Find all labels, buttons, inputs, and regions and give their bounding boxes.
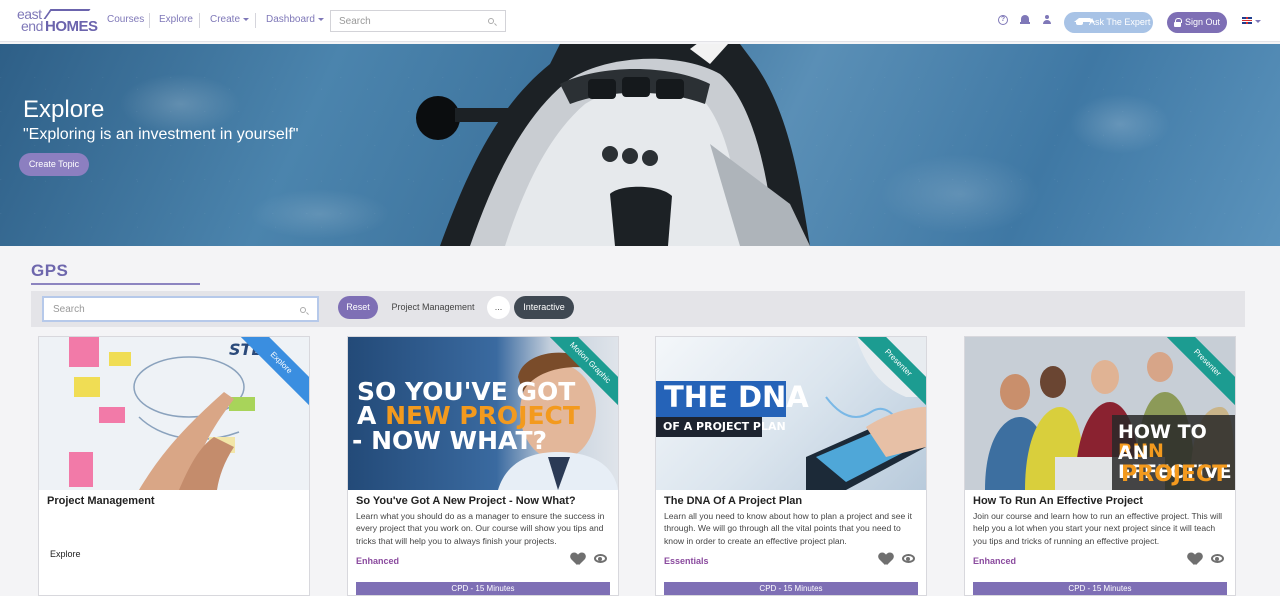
- top-navbar: east end HOMES Courses Explore Create Da…: [0, 0, 1280, 42]
- ask-the-expert-label: Ask The Expert: [1089, 17, 1151, 27]
- card-title[interactable]: So You've Got A New Project - Now What?: [356, 495, 614, 507]
- reset-filter-button[interactable]: Reset: [338, 296, 378, 319]
- search-icon[interactable]: [300, 307, 306, 313]
- card-level-tag: Enhanced: [356, 556, 400, 566]
- thumb-line-2: OF A PROJECT PLAN: [663, 420, 786, 433]
- search-icon[interactable]: [488, 18, 494, 24]
- cpd-duration-bar: CPD - 15 Minutes: [664, 582, 918, 595]
- card-thumbnail[interactable]: HOW TO RUN AN EFFECTIVE PROJECT Presente…: [965, 337, 1235, 490]
- cpd-duration-bar: CPD - 15 Minutes: [356, 582, 610, 595]
- heart-icon[interactable]: [1188, 553, 1202, 565]
- space-shuttle-image: [416, 44, 810, 246]
- section-title: GPS: [31, 261, 69, 280]
- card-level-tag: Essentials: [664, 556, 709, 566]
- chevron-down-icon: [317, 17, 324, 21]
- graduation-cap-icon: [1074, 18, 1095, 26]
- card-description: Learn what you should do as a manager to…: [356, 511, 605, 546]
- heart-icon[interactable]: [879, 553, 893, 565]
- logo-roof-icon: [43, 9, 91, 19]
- thumb-line-3: PROJECT: [1121, 462, 1228, 487]
- nav-divider: [199, 13, 200, 28]
- nav-divider: [255, 13, 256, 28]
- nav-dashboard[interactable]: Dashboard: [266, 14, 324, 25]
- nav-create-label: Create: [210, 14, 241, 25]
- eye-icon[interactable]: [1211, 554, 1224, 563]
- filter-more-button[interactable]: ...: [487, 296, 510, 319]
- card-title[interactable]: The DNA Of A Project Plan: [664, 495, 922, 507]
- logo-line-2: end: [21, 18, 43, 34]
- create-topic-button[interactable]: Create Topic: [19, 153, 89, 176]
- heart-icon[interactable]: [571, 553, 585, 565]
- sign-out-button[interactable]: Sign Out: [1167, 12, 1227, 33]
- nav-divider: [149, 13, 150, 28]
- filter-project-management[interactable]: Project Management: [384, 296, 482, 319]
- thumb-line-1: THE DNA: [664, 380, 809, 414]
- topic-search-box: [42, 296, 319, 322]
- card-description: Learn all you need to know about how to …: [664, 511, 912, 546]
- course-card[interactable]: SO YOU'VE GOT A NEW PROJECT - NOW WHAT? …: [347, 336, 619, 596]
- card-thumbnail[interactable]: SO YOU'VE GOT A NEW PROJECT - NOW WHAT? …: [348, 337, 618, 490]
- filter-interactive[interactable]: Interactive: [514, 296, 574, 319]
- nav-search-box: [330, 10, 506, 32]
- hero-quote: "Exploring is an investment in yourself": [23, 126, 299, 143]
- uk-flag-icon[interactable]: [1242, 17, 1252, 24]
- user-icon[interactable]: [1042, 15, 1052, 25]
- chevron-down-icon[interactable]: [1255, 20, 1261, 23]
- help-icon[interactable]: ?: [998, 15, 1008, 25]
- brand-logo[interactable]: east end HOMES: [17, 6, 98, 36]
- section-underline: [31, 283, 200, 285]
- card-category: Explore: [50, 549, 81, 559]
- course-card[interactable]: HOW TO RUN AN EFFECTIVE PROJECT Presente…: [964, 336, 1236, 596]
- hero-title: Explore: [23, 96, 105, 123]
- chevron-down-icon: [243, 17, 250, 21]
- course-card[interactable]: THE DNA OF A PROJECT PLAN Presenter The …: [655, 336, 927, 596]
- eye-icon[interactable]: [594, 554, 607, 563]
- card-description: Join our course and learn how to run an …: [973, 511, 1223, 546]
- card-thumbnail[interactable]: STEP Explore: [39, 337, 309, 490]
- topic-search-input[interactable]: [44, 298, 284, 320]
- nav-dashboard-label: Dashboard: [266, 14, 315, 25]
- eye-icon[interactable]: [902, 554, 915, 563]
- sign-out-label: Sign Out: [1185, 17, 1221, 27]
- ask-the-expert-button[interactable]: Ask The Expert: [1064, 12, 1153, 33]
- card-level-tag: Enhanced: [973, 556, 1017, 566]
- course-card[interactable]: STEP Explore Project Management Explore: [38, 336, 310, 596]
- card-title[interactable]: Project Management: [47, 495, 305, 507]
- thumb-line-2: A NEW PROJECT: [357, 403, 580, 428]
- nav-courses[interactable]: Courses: [107, 14, 144, 25]
- card-title[interactable]: How To Run An Effective Project: [973, 495, 1231, 507]
- nav-explore[interactable]: Explore: [159, 14, 193, 25]
- bell-icon[interactable]: [1020, 15, 1030, 25]
- card-thumbnail[interactable]: THE DNA OF A PROJECT PLAN Presenter: [656, 337, 926, 490]
- nav-create[interactable]: Create: [210, 14, 250, 25]
- logo-line-3: HOMES: [45, 18, 98, 35]
- nav-search-input[interactable]: [331, 11, 481, 31]
- lock-icon: [1174, 18, 1182, 27]
- hero-banner: Explore "Exploring is an investment in y…: [0, 44, 1280, 246]
- cpd-duration-bar: CPD - 15 Minutes: [973, 582, 1227, 595]
- thumb-line-3: - NOW WHAT?: [352, 426, 547, 455]
